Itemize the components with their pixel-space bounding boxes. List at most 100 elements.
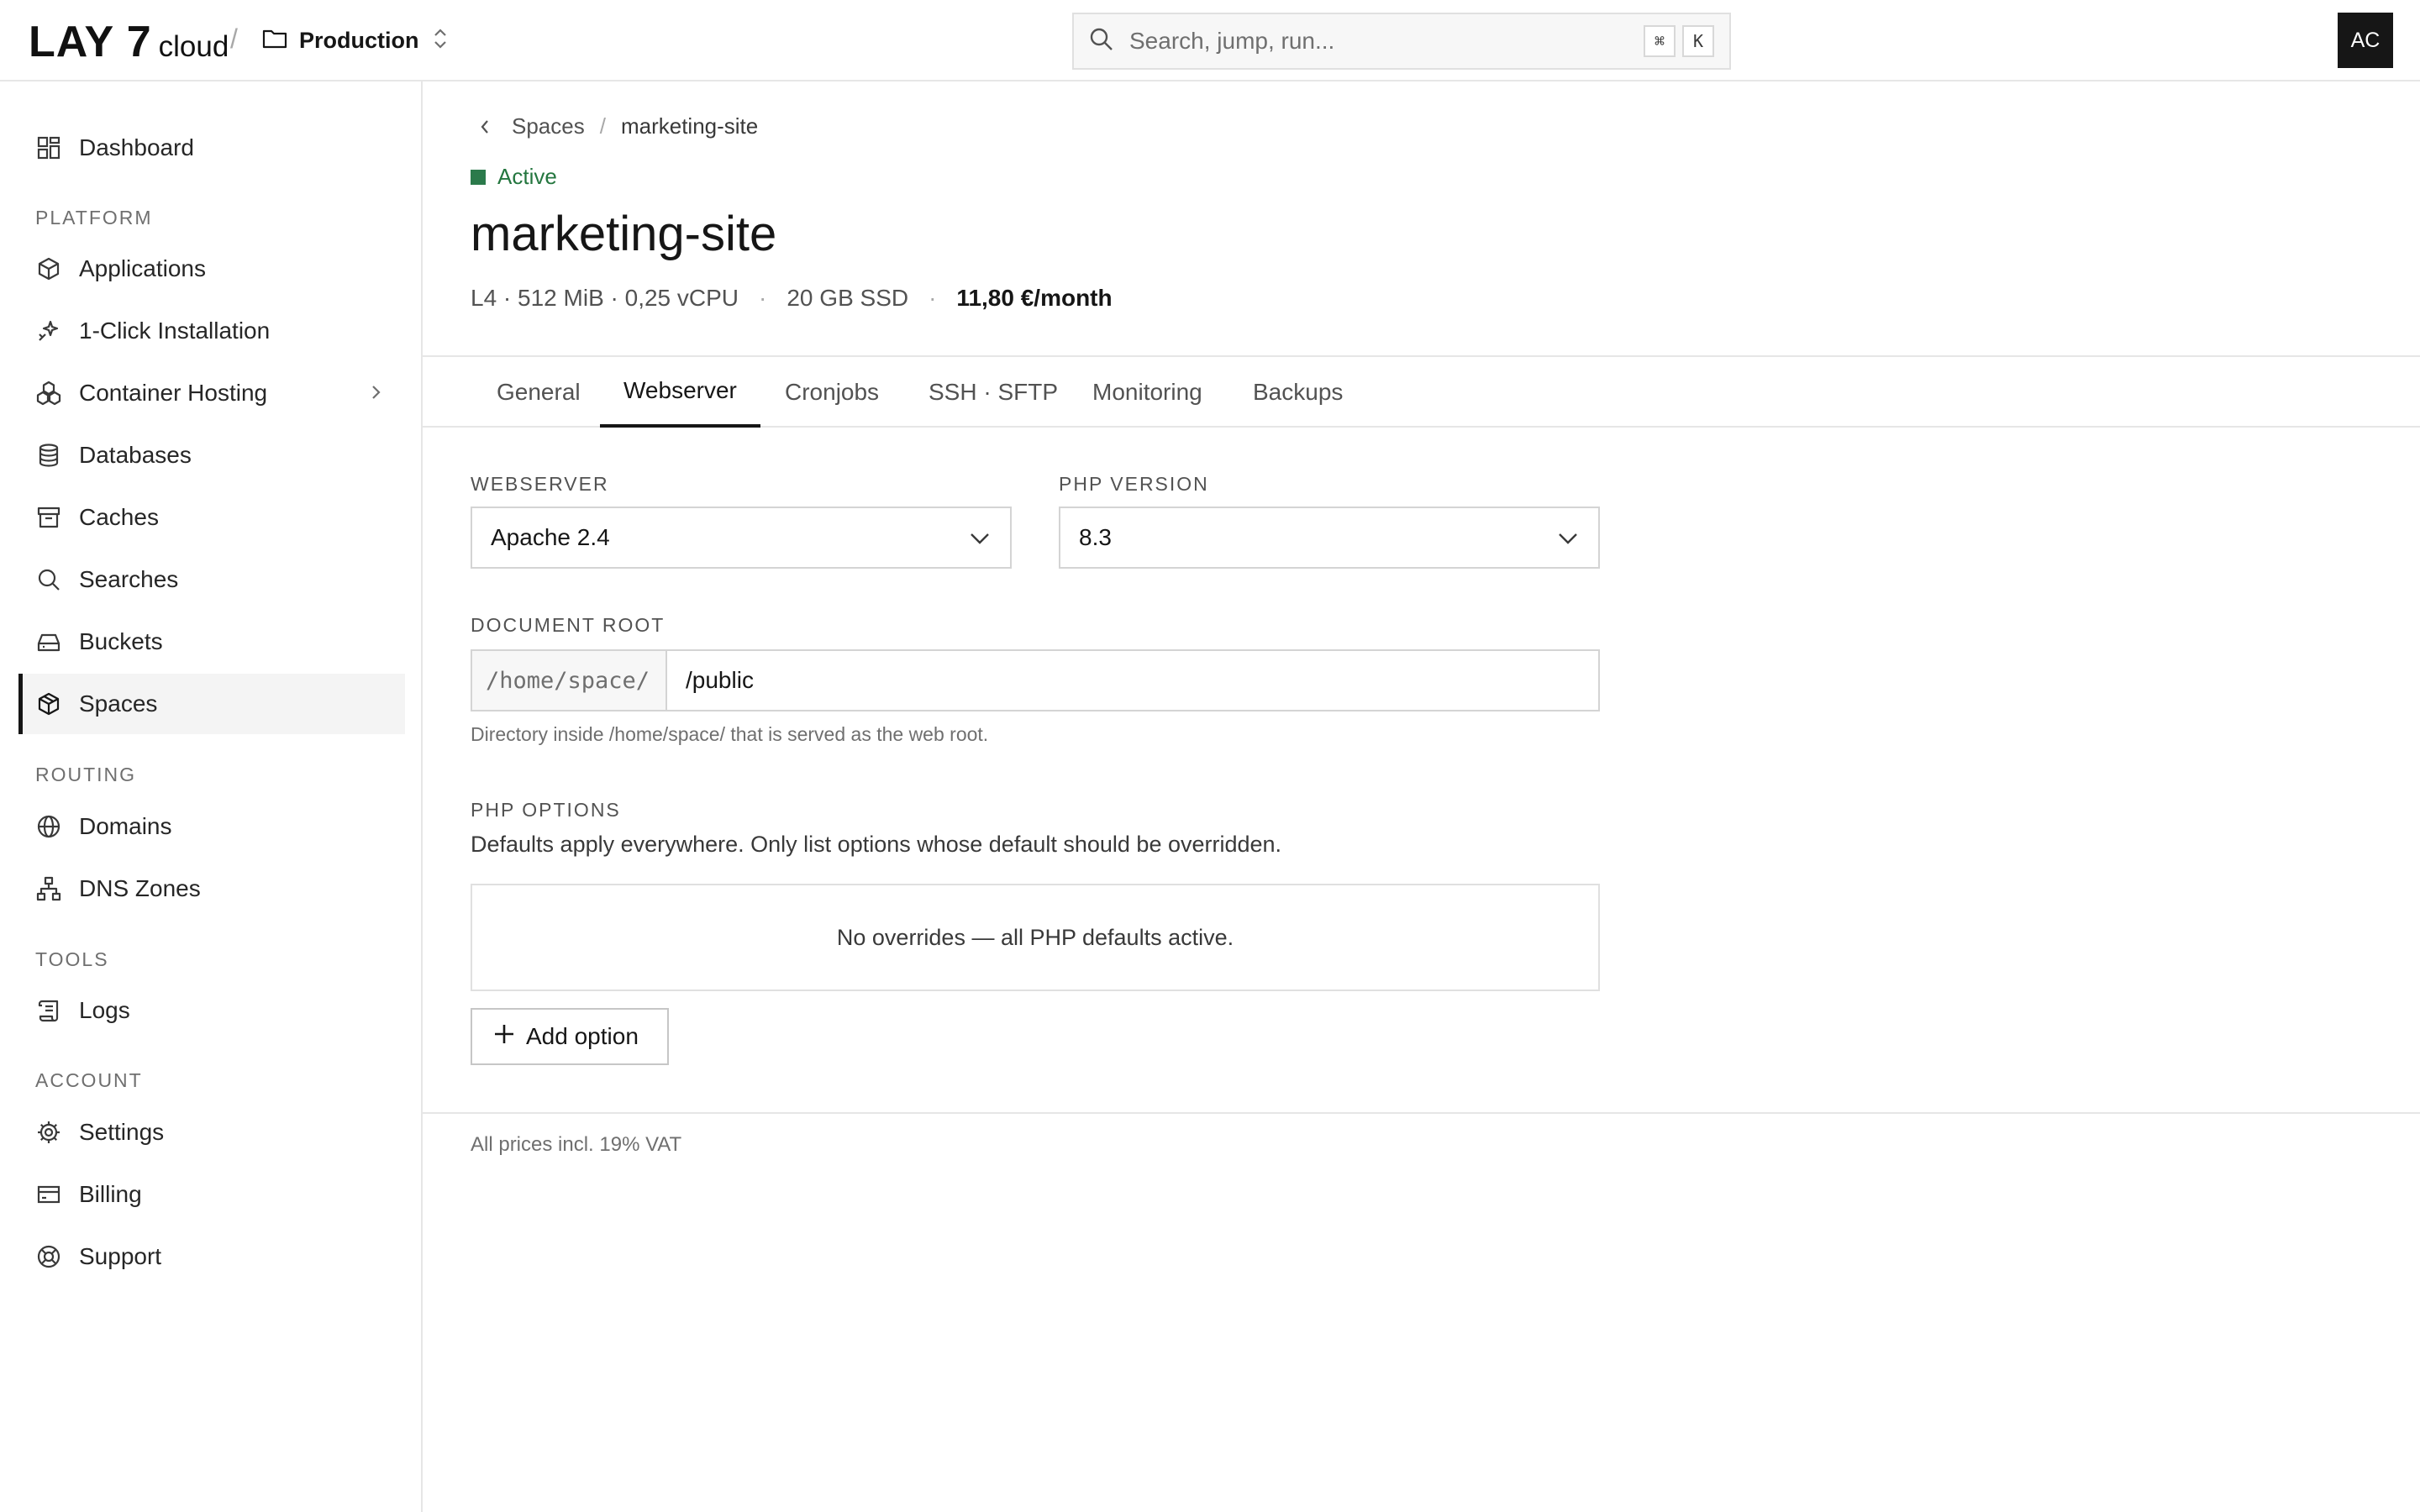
search-icon bbox=[1089, 27, 1114, 56]
sidebar-item-support[interactable]: Support bbox=[18, 1226, 405, 1287]
chevron-right-icon bbox=[370, 381, 383, 407]
document-root-field: /home/space/ bbox=[471, 649, 1600, 711]
sidebar-item-dashboard[interactable]: Dashboard bbox=[18, 118, 405, 178]
lifebuoy-icon bbox=[35, 1243, 62, 1270]
sidebar-item-applications[interactable]: Applications bbox=[18, 239, 405, 299]
sidebar-item-label: 1-Click Installation bbox=[79, 318, 271, 344]
sidebar-item-caches[interactable]: Caches bbox=[18, 487, 405, 548]
sidebar-item-label: Logs bbox=[79, 997, 130, 1023]
database-icon bbox=[35, 442, 62, 469]
sidebar-item-searches[interactable]: Searches bbox=[18, 549, 405, 610]
add-option-button[interactable]: Add option bbox=[471, 1008, 669, 1065]
breadcrumb-separator: / bbox=[599, 113, 606, 139]
php-version-value: 8.3 bbox=[1079, 524, 1112, 550]
project-separator: / bbox=[230, 24, 238, 54]
document-root-input[interactable] bbox=[667, 651, 1598, 710]
document-root-help: Directory inside /home/space/ that is se… bbox=[471, 723, 989, 745]
dashboard-icon bbox=[35, 134, 62, 161]
sidebar-item-dns-zones[interactable]: DNS Zones bbox=[18, 858, 405, 919]
storage-spec: 20 GB SSD bbox=[786, 285, 909, 311]
tab-cronjobs[interactable]: Cronjobs bbox=[761, 357, 902, 428]
plan-spec: L4 · 512 MiB · 0,25 vCPU bbox=[471, 285, 739, 311]
document-root-prefix: /home/space/ bbox=[472, 651, 667, 710]
tab-webserver[interactable]: Webserver bbox=[600, 357, 760, 428]
shortcut-key-k: K bbox=[1682, 25, 1714, 57]
section-label-platform: PLATFORM bbox=[35, 207, 153, 228]
chevron-left-icon[interactable] bbox=[473, 115, 497, 139]
webserver-label: WEBSERVER bbox=[471, 473, 609, 495]
project-switcher[interactable]: Production bbox=[262, 20, 450, 60]
tab-general[interactable]: General bbox=[473, 357, 604, 428]
spec-separator: · bbox=[759, 285, 767, 311]
sidebar-item-label: Domains bbox=[79, 813, 172, 839]
footer-divider bbox=[423, 1112, 2420, 1114]
sidebar-item-domains[interactable]: Domains bbox=[18, 796, 405, 857]
php-version-label: PHP VERSION bbox=[1059, 473, 1209, 495]
space-specs: L4 · 512 MiB · 0,25 vCPU · 20 GB SSD · 1… bbox=[471, 285, 1113, 312]
breadcrumb: Spaces / marketing-site bbox=[473, 113, 758, 139]
sidebar-item-label: Container Hosting bbox=[79, 380, 268, 406]
sidebar-item-logs[interactable]: Logs bbox=[18, 980, 405, 1041]
section-label-routing: ROUTING bbox=[35, 764, 137, 785]
plus-icon bbox=[492, 1022, 516, 1052]
sidebar-item-billing[interactable]: Billing bbox=[18, 1164, 405, 1225]
network-icon bbox=[35, 875, 62, 902]
status-text: Active bbox=[497, 164, 557, 189]
search-bar[interactable]: Search, jump, run... ⌘ K bbox=[1072, 13, 1731, 70]
sidebar-item-buckets[interactable]: Buckets bbox=[18, 612, 405, 672]
search-icon bbox=[35, 566, 62, 593]
tab-bar: General Webserver Cronjobs SSH · SFTP Mo… bbox=[423, 355, 2420, 428]
sidebar-item-label: Billing bbox=[79, 1181, 142, 1207]
search-input[interactable]: Search, jump, run... bbox=[1129, 28, 1637, 55]
project-name: Production bbox=[299, 27, 419, 53]
sidebar-item-label: DNS Zones bbox=[79, 875, 201, 901]
page-title: marketing-site bbox=[471, 207, 777, 261]
sidebar-item-1-click-installation[interactable]: 1-Click Installation bbox=[18, 301, 405, 361]
logo-wordmark: LAY 7 bbox=[29, 18, 152, 66]
sidebar-item-spaces[interactable]: Spaces bbox=[18, 674, 405, 734]
php-options-label: PHP OPTIONS bbox=[471, 799, 621, 821]
webserver-select[interactable]: Apache 2.4 bbox=[471, 507, 1012, 569]
avatar[interactable]: AC bbox=[2338, 13, 2393, 68]
sidebar-item-label: Databases bbox=[79, 442, 192, 468]
sparkle-icon bbox=[35, 318, 62, 344]
php-options-description: Defaults apply everywhere. Only list opt… bbox=[471, 832, 1282, 857]
spec-separator: · bbox=[929, 285, 937, 311]
tab-ssh-sftp[interactable]: SSH · SFTP bbox=[905, 357, 1081, 428]
breadcrumb-spaces-link[interactable]: Spaces bbox=[512, 113, 585, 139]
webserver-value: Apache 2.4 bbox=[491, 524, 610, 550]
sidebar-item-label: Dashboard bbox=[79, 134, 194, 160]
sidebar-item-container-hosting[interactable]: Container Hosting bbox=[18, 363, 405, 423]
sidebar-item-label: Buckets bbox=[79, 628, 163, 654]
tab-monitoring[interactable]: Monitoring bbox=[1069, 357, 1226, 428]
credit-card-icon bbox=[35, 1181, 62, 1208]
sidebar: Dashboard PLATFORM Applications 1-Click … bbox=[0, 81, 423, 1512]
shortcut-key-cmd: ⌘ bbox=[1644, 25, 1676, 57]
php-options-empty-state: No overrides — all PHP defaults active. bbox=[471, 884, 1600, 991]
globe-icon bbox=[35, 813, 62, 840]
archive-icon bbox=[35, 504, 62, 531]
tab-backups[interactable]: Backups bbox=[1229, 357, 1366, 428]
gear-icon bbox=[35, 1119, 62, 1146]
cube-icon bbox=[35, 255, 62, 282]
php-version-select[interactable]: 8.3 bbox=[1059, 507, 1600, 569]
logo-suffix: cloud bbox=[158, 30, 229, 63]
sort-icon bbox=[431, 26, 450, 55]
chevron-down-icon bbox=[1556, 527, 1580, 556]
logo[interactable]: LAY 7 cloud bbox=[29, 17, 229, 66]
sidebar-item-label: Searches bbox=[79, 566, 179, 592]
folder-icon bbox=[262, 28, 287, 54]
section-label-tools: TOOLS bbox=[35, 948, 109, 970]
sidebar-item-label: Settings bbox=[79, 1119, 165, 1145]
main-content: Spaces / marketing-site Active marketing… bbox=[423, 81, 2420, 1512]
storage-icon bbox=[35, 628, 62, 655]
sidebar-item-databases[interactable]: Databases bbox=[18, 425, 405, 486]
containers-icon bbox=[35, 380, 62, 407]
sidebar-item-settings[interactable]: Settings bbox=[18, 1102, 405, 1163]
sidebar-item-label: Applications bbox=[79, 255, 206, 281]
scroll-icon bbox=[35, 997, 62, 1024]
sidebar-item-label: Support bbox=[79, 1243, 162, 1269]
sidebar-item-label: Spaces bbox=[79, 690, 158, 717]
breadcrumb-current: marketing-site bbox=[620, 113, 759, 139]
box-icon bbox=[35, 690, 62, 717]
